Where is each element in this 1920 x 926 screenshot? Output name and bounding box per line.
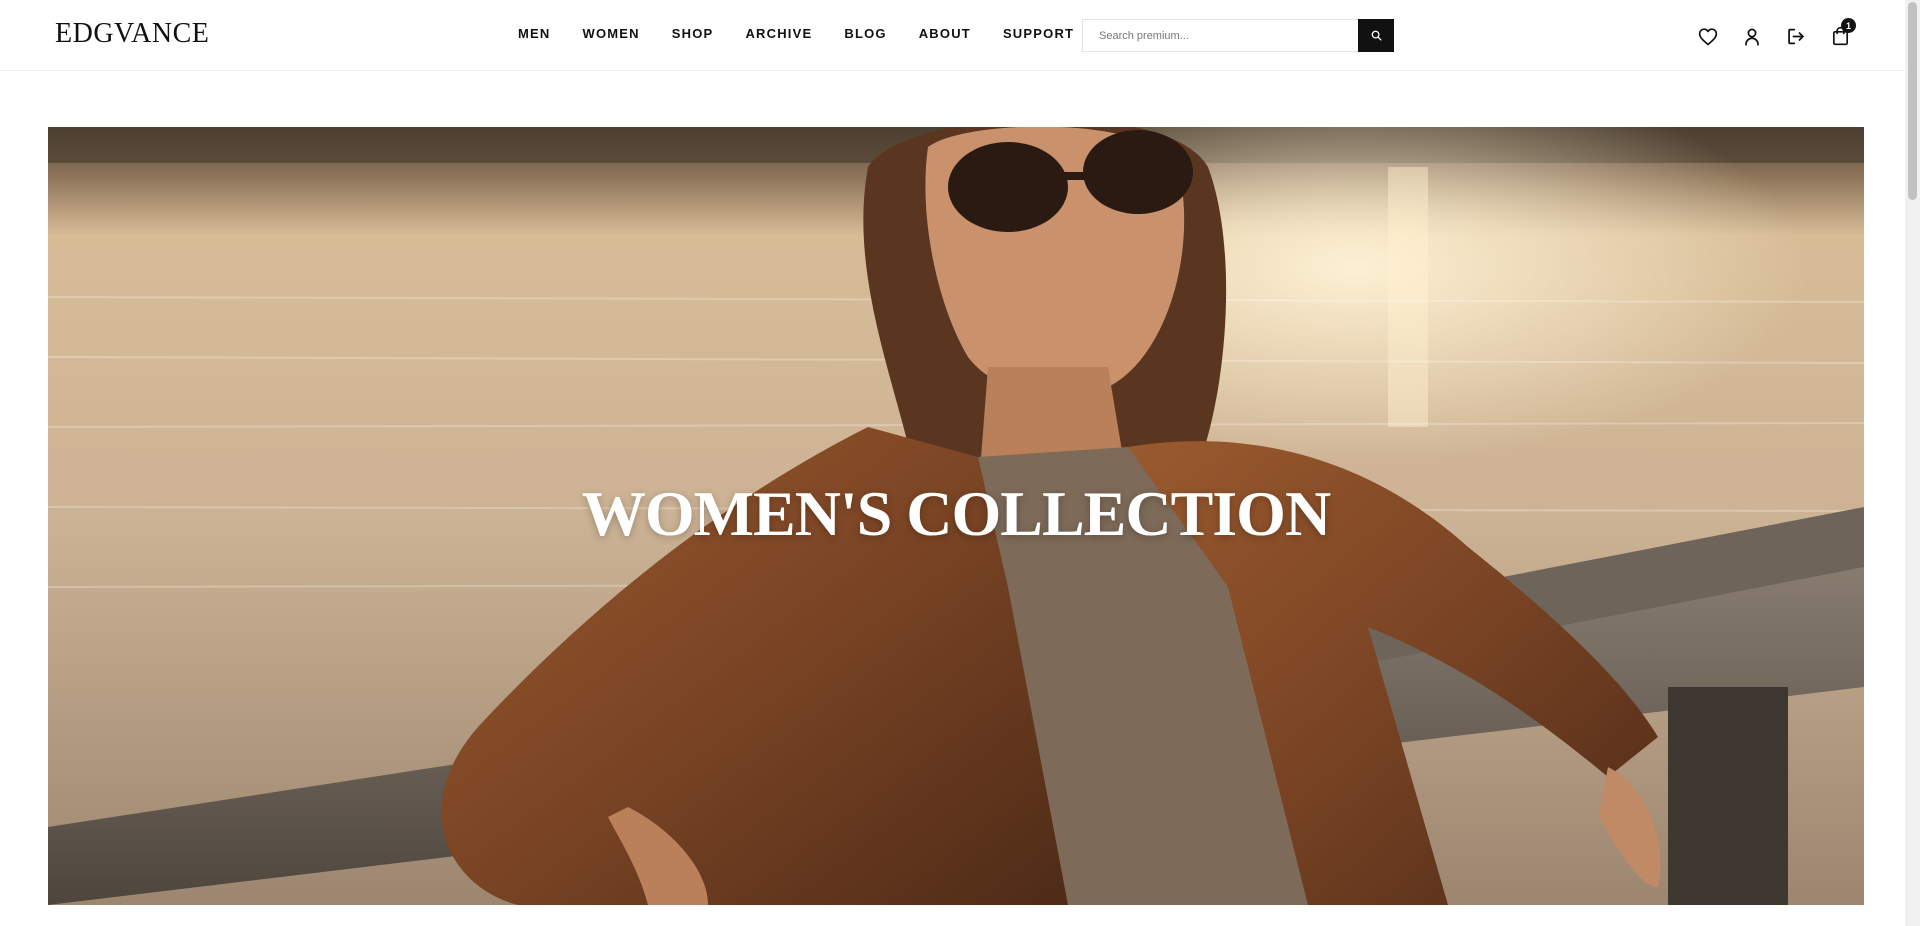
main-nav: MEN WOMEN SHOP ARCHIVE BLOG ABOUT SUPPOR… (518, 26, 1106, 41)
user-icon (1745, 28, 1759, 46)
nav-item-men[interactable]: MEN (518, 26, 551, 41)
nav-item-archive[interactable]: ARCHIVE (745, 26, 812, 41)
nav-item-about[interactable]: ABOUT (919, 26, 971, 41)
brand-logo[interactable]: EDGVANCE (55, 18, 209, 50)
scrollbar-thumb[interactable] (1908, 2, 1917, 200)
header-actions: 1 (1686, 18, 1862, 50)
site-header: EDGVANCE MEN WOMEN SHOP ARCHIVE BLOG ABO… (0, 0, 1905, 71)
wishlist-button[interactable] (1686, 22, 1730, 50)
nav-item-blog[interactable]: BLOG (844, 26, 886, 41)
logout-button[interactable] (1774, 22, 1818, 50)
cart-button[interactable]: 1 (1818, 18, 1862, 50)
hero-title: WOMEN'S COLLECTION (581, 478, 1331, 549)
nav-item-support[interactable]: SUPPORT (1003, 26, 1074, 41)
search-icon (1371, 30, 1382, 41)
nav-item-women[interactable]: WOMEN (583, 26, 640, 41)
logout-icon (1788, 28, 1804, 44)
hero-banner[interactable]: WOMEN'S COLLECTION (48, 127, 1864, 905)
heart-icon (1698, 27, 1718, 45)
search-input[interactable] (1083, 20, 1359, 51)
search-button[interactable] (1358, 19, 1394, 52)
search-bar (1082, 19, 1394, 52)
cart-count-badge: 1 (1841, 18, 1856, 33)
account-button[interactable] (1730, 22, 1774, 50)
page-scrollbar[interactable] (1905, 0, 1920, 926)
nav-item-shop[interactable]: SHOP (672, 26, 714, 41)
